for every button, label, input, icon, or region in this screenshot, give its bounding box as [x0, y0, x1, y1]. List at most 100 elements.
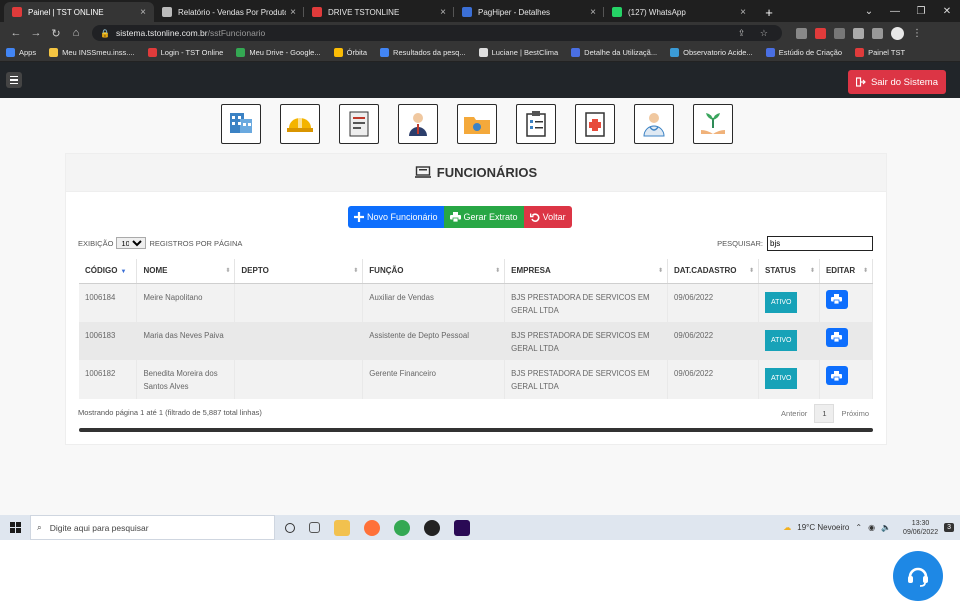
shortcut-medical-report-button[interactable] — [575, 104, 615, 144]
bookmark-item[interactable]: Luciane | BestClima — [478, 48, 558, 57]
page-length-select[interactable]: 10 — [116, 237, 147, 249]
pagination-previous[interactable]: Anterior — [774, 405, 814, 422]
status-badge: ATIVO — [764, 329, 798, 351]
shortcut-building-button[interactable] — [221, 104, 261, 144]
sort-icon[interactable]: ⬍ — [353, 267, 358, 274]
tab-close-icon[interactable]: × — [140, 7, 146, 18]
bookmark-item[interactable]: Meu Drive - Google... — [236, 48, 321, 57]
bookmark-item[interactable]: Órbita — [333, 48, 367, 57]
notification-badge[interactable]: 3 — [944, 523, 954, 532]
browser-tab[interactable]: Painel | TST ONLINE × — [4, 2, 154, 22]
url-field[interactable]: 🔒 sistema.tstonline.com.br/sstFuncionari… — [92, 25, 782, 41]
sidebar-icon[interactable] — [872, 27, 883, 39]
shortcut-folder-button[interactable] — [457, 104, 497, 144]
table-row[interactable]: 1006183 Maria das Neves Paiva Assistente d… — [79, 321, 874, 360]
shortcut-clipboard-button[interactable] — [516, 104, 556, 144]
column-header[interactable]: CÓDIGO ▼ — [79, 259, 138, 284]
table-row[interactable]: 1006182 Benedita Moreira dos Santos Alves… — [79, 360, 874, 399]
tab-close-icon[interactable]: × — [740, 7, 746, 18]
weather-icon: ☁ — [783, 523, 792, 532]
column-header[interactable]: EMPRESA ⬍ — [504, 259, 669, 284]
sort-icon[interactable]: ⬍ — [863, 267, 868, 274]
bookmark-item[interactable]: Meu INSSmeu.inss.... — [49, 48, 135, 57]
menu-toggle-button[interactable] — [6, 72, 22, 88]
premiere-icon[interactable] — [454, 519, 470, 536]
bookmark-item[interactable]: Observatorio Acide... — [670, 48, 753, 57]
puzzle-icon[interactable] — [834, 27, 845, 39]
bookmark-item[interactable]: Login - TST Online — [147, 48, 223, 57]
pagination-next[interactable]: Próximo — [834, 405, 876, 422]
new-employee-button[interactable]: Novo Funcionário — [348, 206, 444, 228]
support-chat-button[interactable] — [893, 551, 943, 601]
bookmark-item[interactable]: Estúdio de Criação — [765, 48, 842, 57]
bookmark-item[interactable]: Painel TST — [855, 48, 905, 57]
network-icon[interactable]: ◉ — [868, 523, 875, 532]
widgets-icon[interactable] — [309, 522, 320, 533]
bookmark-item[interactable]: Resultados da pesq... — [380, 48, 466, 57]
tab-close-icon[interactable]: × — [590, 7, 596, 18]
reload-icon[interactable]: ↻ — [46, 27, 66, 40]
browser-tab[interactable]: DRIVE TSTONLINE × — [304, 2, 454, 22]
profile-avatar[interactable] — [891, 26, 904, 40]
taskbar-search[interactable]: ⌕ Digite aqui para pesquisar — [30, 515, 275, 540]
search-input[interactable] — [767, 236, 873, 251]
back-arrow-icon[interactable]: ← — [6, 27, 26, 39]
shortcut-helmet-button[interactable] — [280, 104, 320, 144]
column-header[interactable]: NOME ⬍ — [136, 259, 236, 284]
browser-tab[interactable]: PagHiper - Detalhes × — [454, 2, 604, 22]
chrome-profile-icon[interactable] — [424, 519, 440, 536]
windows-start-button[interactable] — [0, 522, 30, 533]
tab-close-icon[interactable]: × — [440, 7, 446, 18]
sign-out-icon — [855, 77, 866, 87]
pagination-page-1[interactable]: 1 — [814, 404, 835, 423]
share-star-icons[interactable]: ⇪ ☆ — [738, 28, 774, 39]
chevron-down-icon[interactable]: ⌄ — [856, 0, 882, 22]
logout-button[interactable]: Sair do Sistema — [847, 70, 946, 94]
new-tab-button[interactable]: + — [760, 3, 778, 21]
task-view-icon[interactable] — [285, 522, 295, 533]
forward-arrow-icon[interactable]: → — [26, 27, 46, 39]
print-button[interactable] — [825, 289, 848, 309]
column-header[interactable]: DAT.CADASTRO ⬍ — [667, 259, 759, 284]
extension-icon[interactable] — [815, 27, 826, 39]
bookmark-item[interactable]: Detalhe da Utilizaçã... — [571, 48, 657, 57]
sort-icon[interactable]: ▼ — [120, 269, 126, 275]
column-header[interactable]: STATUS ⬍ — [758, 259, 820, 284]
tray-chevron-icon[interactable]: ⌃ — [855, 523, 862, 532]
bookmark-item[interactable]: Apps — [6, 48, 36, 57]
browser-tab[interactable]: Relatório - Vendas Por Produto × — [154, 2, 304, 22]
tab-close-icon[interactable]: × — [290, 7, 296, 18]
column-header[interactable]: DEPTO ⬍ — [234, 259, 364, 284]
shortcut-worker-button[interactable] — [398, 104, 438, 144]
shortcut-plant-hands-button[interactable] — [693, 104, 733, 144]
maximize-icon[interactable]: ❐ — [908, 0, 934, 22]
taskbar-clock[interactable]: 13:30 09/06/2022 — [903, 519, 938, 537]
column-header[interactable]: FUNÇÃO ⬍ — [362, 259, 506, 284]
print-button[interactable] — [825, 327, 848, 347]
volume-icon[interactable]: 🔈 — [881, 523, 891, 532]
column-header[interactable]: EDITAR ⬍ — [819, 259, 874, 284]
minimize-icon[interactable]: — — [882, 0, 908, 22]
horizontal-scrollbar[interactable] — [79, 428, 873, 432]
firefox-icon[interactable] — [364, 519, 380, 536]
sort-icon[interactable]: ⬍ — [658, 267, 663, 274]
shortcut-document-button[interactable] — [339, 104, 379, 144]
home-icon[interactable]: ⌂ — [66, 27, 86, 39]
browser-tab[interactable]: (127) WhatsApp × — [604, 2, 754, 22]
generate-extract-button[interactable]: Gerar Extrato — [443, 206, 524, 228]
sort-icon[interactable]: ⬍ — [810, 267, 815, 274]
file-explorer-icon[interactable] — [334, 519, 350, 536]
sort-icon[interactable]: ⬍ — [495, 267, 500, 274]
extension-icon[interactable] — [796, 27, 807, 39]
reading-list-icon[interactable] — [853, 27, 864, 39]
back-button[interactable]: Voltar — [523, 206, 572, 228]
menu-dots-icon[interactable]: ⋮ — [912, 28, 922, 39]
table-row[interactable]: 1006184 Meire Napolitano Auxiliar de Venda… — [79, 283, 874, 322]
weather-text[interactable]: 19°C Nevoeiro — [797, 523, 849, 532]
chrome-icon[interactable] — [394, 519, 410, 536]
sort-icon[interactable]: ⬍ — [749, 267, 754, 274]
close-icon[interactable]: ✕ — [934, 0, 960, 22]
sort-icon[interactable]: ⬍ — [225, 267, 230, 274]
shortcut-doctor-button[interactable] — [634, 104, 674, 144]
print-button[interactable] — [825, 366, 848, 385]
